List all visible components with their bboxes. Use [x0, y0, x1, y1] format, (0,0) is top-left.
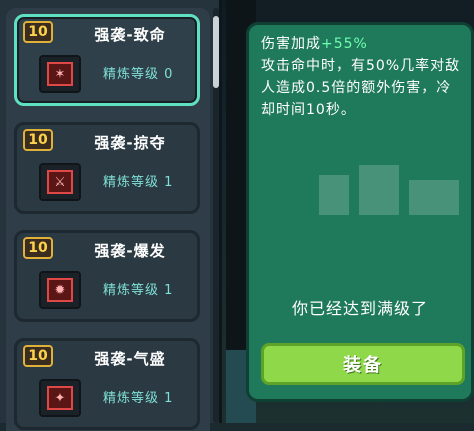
bonus-label: 伤害加成 — [261, 36, 321, 52]
weapon-card-1[interactable]: 10 强袭-掠夺 ⚔ 精炼等级 1 — [14, 122, 200, 214]
weapon-card-2[interactable]: 10 强袭-爆发 ✹ 精炼等级 1 — [14, 230, 200, 322]
weapon-icon-frame: ✦ — [39, 379, 81, 417]
weapon-detail-panel: 伤害加成+55% 攻击命中时，有50%几率对敌人造成0.5倍的额外伤害，冷却时间… — [246, 22, 474, 402]
max-level-notice: 你已经达到满级了 — [291, 299, 428, 318]
weapon-name: 强袭-掠夺 — [94, 133, 166, 152]
background-art — [319, 165, 459, 215]
weapon-name: 强袭-致命 — [94, 25, 166, 44]
level-badge: 10 — [23, 21, 53, 43]
red-attack-icon: ⚔ — [47, 170, 73, 194]
weapon-icon-frame: ✹ — [39, 271, 81, 309]
weapon-name: 强袭-爆发 — [94, 241, 166, 260]
red-attack-icon: ✶ — [47, 62, 73, 86]
equip-button[interactable]: 装备 — [261, 343, 465, 385]
level-badge: 10 — [23, 129, 53, 151]
refine-label: 精炼等级 — [103, 391, 160, 406]
red-attack-icon: ✹ — [47, 278, 73, 302]
weapon-description: 伤害加成+55% 攻击命中时，有50%几率对敌人造成0.5倍的额外伤害，冷却时间… — [261, 33, 466, 121]
weapon-card-3[interactable]: 10 强袭-气盛 ✦ 精炼等级 1 — [14, 338, 200, 430]
refine-label: 精炼等级 — [103, 67, 160, 82]
level-badge: 10 — [23, 237, 53, 259]
weapon-name: 强袭-气盛 — [94, 349, 166, 368]
refine-label: 精炼等级 — [103, 175, 160, 190]
scrollbar-thumb[interactable] — [213, 16, 219, 88]
list-scrollbar[interactable] — [213, 8, 219, 423]
bonus-value: +55% — [321, 36, 368, 52]
refine-level: 精炼等级 1 — [103, 387, 173, 406]
weapon-icon-frame: ⚔ — [39, 163, 81, 201]
weapon-card-0[interactable]: 10 强袭-致命 ✶ 精炼等级 0 — [14, 14, 200, 106]
weapon-list-panel: 10 强袭-致命 ✶ 精炼等级 0 10 强袭-掠夺 ⚔ 精炼等级 1 10 强… — [0, 0, 222, 431]
refine-value: 1 — [164, 283, 174, 298]
red-attack-icon: ✦ — [47, 386, 73, 410]
refine-label: 精炼等级 — [103, 283, 160, 298]
refine-value: 0 — [164, 67, 174, 82]
level-badge: 10 — [23, 345, 53, 367]
refine-value: 1 — [164, 175, 174, 190]
refine-level: 精炼等级 0 — [103, 63, 173, 82]
weapon-icon-frame: ✶ — [39, 55, 81, 93]
refine-level: 精炼等级 1 — [103, 171, 173, 190]
refine-level: 精炼等级 1 — [103, 279, 173, 298]
effect-text: 攻击命中时，有50%几率对敌人造成0.5倍的额外伤害，冷却时间10秒。 — [261, 58, 461, 118]
refine-value: 1 — [164, 391, 174, 406]
